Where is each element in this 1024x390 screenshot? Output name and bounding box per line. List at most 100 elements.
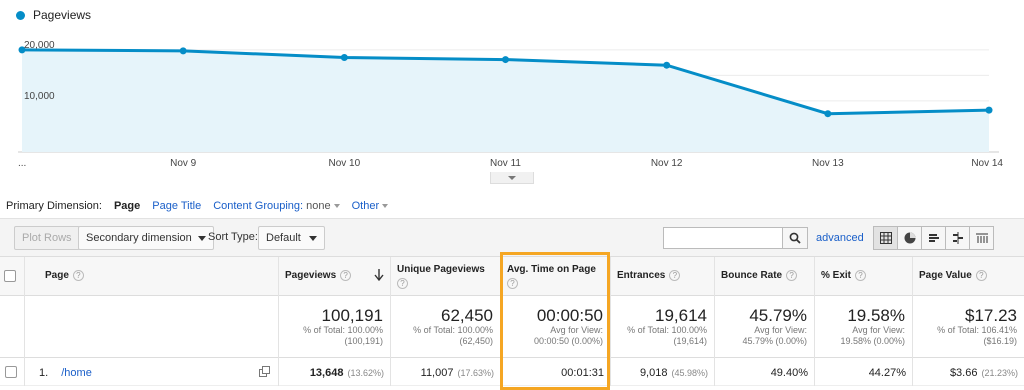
- x-tick-label: ...: [18, 158, 26, 169]
- column-label: Bounce Rate: [721, 270, 783, 282]
- cell-percent: (13.62%): [347, 368, 384, 378]
- total-subtext: % of Total: 100.00%: [413, 325, 493, 335]
- dimension-content-grouping[interactable]: Content Grouping: none: [213, 200, 340, 212]
- primary-dimension-label: Primary Dimension:: [6, 200, 102, 212]
- column-header-bounce-rate[interactable]: Bounce Rate?: [714, 257, 814, 297]
- totals-empty-cell: [0, 296, 24, 358]
- help-icon[interactable]: ?: [855, 270, 867, 281]
- total-subtext: 19.58% (0.00%): [840, 336, 905, 346]
- pivot-view-button[interactable]: [969, 226, 994, 250]
- y-tick-label: 10,000: [24, 91, 55, 102]
- other-label: Other: [351, 200, 380, 212]
- total-subtext: % of Total: 100.00%: [303, 325, 383, 335]
- chevron-down-icon: [333, 204, 340, 209]
- cell-value: 11,007: [420, 367, 454, 379]
- advanced-filter-link[interactable]: advanced: [816, 232, 864, 244]
- help-icon[interactable]: ?: [507, 278, 518, 289]
- total-entrances: 19,614 % of Total: 100.00% (19,614): [610, 296, 714, 358]
- y-tick-label: 20,000: [24, 40, 55, 51]
- collapse-chart-tab[interactable]: [490, 172, 534, 184]
- sort-descending-icon: [374, 269, 384, 281]
- help-icon[interactable]: ?: [397, 278, 408, 289]
- chevron-down-icon: [308, 235, 317, 241]
- total-subtext: ($16.19): [983, 336, 1017, 346]
- cell-percent: (45.98%): [671, 368, 708, 378]
- column-header-page[interactable]: Page?: [24, 257, 278, 297]
- column-header-page-value[interactable]: Page Value?: [912, 257, 1024, 297]
- row-index: 1.: [39, 367, 49, 379]
- sort-type-dropdown[interactable]: Default: [258, 226, 325, 250]
- comparison-view-button[interactable]: [945, 226, 970, 250]
- total-value: 45.79%: [749, 306, 807, 325]
- pageviews-chart[interactable]: 20,000 10,000... Nov 9 Nov 10 Nov 11 Nov 12 No…: [0, 28, 1024, 184]
- column-label: Page: [45, 270, 69, 282]
- column-label: Entrances: [617, 270, 666, 282]
- chevron-down-icon: [197, 235, 206, 241]
- totals-empty-cell: [24, 296, 278, 358]
- total-pageviews: 100,191 % of Total: 100.00% (100,191): [278, 296, 390, 358]
- help-icon[interactable]: ?: [72, 270, 84, 281]
- cell-value: 00:01:31: [561, 367, 604, 379]
- total-unique-pageviews: 62,450 % of Total: 100.00% (62,450): [390, 296, 500, 358]
- column-label: Avg. Time on Page: [507, 264, 596, 275]
- help-icon[interactable]: ?: [975, 270, 987, 281]
- totals-row: 100,191 % of Total: 100.00% (100,191) 62…: [0, 296, 1024, 358]
- total-subtext: % of Total: 106.41%: [937, 325, 1017, 335]
- total-value: $17.23: [965, 306, 1017, 325]
- data-point: [179, 47, 187, 55]
- x-tick-label: Nov 14: [971, 158, 1003, 169]
- total-avg-time-on-page: 00:00:50 Avg for View: 00:00:50 (0.00%): [500, 296, 610, 358]
- analytics-report: Pageviews 20,000 10,000... Nov 9 Nov 10 Nov …: [0, 0, 1024, 390]
- total-subtext: Avg for View:: [550, 325, 603, 335]
- help-icon[interactable]: ?: [786, 270, 798, 281]
- grid-icon: [879, 232, 892, 244]
- total-value: 19,614: [655, 306, 707, 325]
- open-page-icon[interactable]: [259, 366, 270, 377]
- column-header-pageviews[interactable]: Pageviews?: [278, 257, 390, 297]
- cell-value: $3.66: [949, 367, 978, 379]
- x-tick-label: Nov 13: [812, 158, 844, 169]
- dimension-other[interactable]: Other: [352, 200, 389, 212]
- select-all-checkbox[interactable]: [4, 270, 16, 282]
- row-unique-pageviews: 11,007 (17.63%): [390, 358, 500, 386]
- cell-value: 44.27%: [868, 367, 906, 379]
- row-checkbox[interactable]: [5, 366, 17, 378]
- total-page-value: $17.23 % of Total: 106.41% ($16.19): [912, 296, 1024, 358]
- pie-chart-icon: [904, 232, 915, 244]
- column-header-unique-pageviews[interactable]: Unique Pageviews ?: [390, 257, 500, 297]
- help-icon[interactable]: ?: [669, 270, 681, 281]
- dimension-page-title[interactable]: Page Title: [152, 200, 201, 212]
- x-tick-label: Nov 11: [490, 158, 521, 169]
- column-label: Unique Pageviews: [397, 264, 485, 275]
- data-table: Page? Pageviews? Unique Pageviews ? Avg.…: [0, 256, 1024, 386]
- secondary-dimension-dropdown[interactable]: Secondary dimension: [78, 226, 214, 250]
- search-button[interactable]: [782, 227, 808, 249]
- row-page-link[interactable]: /home: [61, 367, 92, 379]
- column-header-exit[interactable]: % Exit?: [814, 257, 912, 297]
- x-tick-label: Nov 9: [170, 158, 197, 169]
- column-header-entrances[interactable]: Entrances?: [610, 257, 714, 297]
- help-icon[interactable]: ?: [340, 270, 352, 281]
- legend-label: Pageviews: [33, 8, 92, 22]
- plot-rows-button[interactable]: Plot Rows: [14, 226, 80, 250]
- primary-dimension-bar: Primary Dimension: Page Page Title Conte…: [6, 200, 389, 212]
- column-header-avg-time-on-page[interactable]: Avg. Time on Page ?: [500, 257, 610, 297]
- performance-view-button[interactable]: [921, 226, 946, 250]
- chevron-down-icon: [508, 175, 516, 180]
- total-subtext: % of Total: 100.00%: [627, 325, 707, 335]
- total-value: 100,191: [321, 306, 383, 325]
- cell-percent: (17.63%): [457, 368, 494, 378]
- sort-type-value: Default: [266, 232, 301, 244]
- table-view-button[interactable]: [873, 226, 898, 250]
- data-point: [502, 56, 509, 64]
- pivot-table-icon: [975, 233, 988, 243]
- pie-view-button[interactable]: [897, 226, 922, 250]
- data-point: [985, 106, 993, 114]
- total-subtext: (100,191): [344, 336, 383, 346]
- table-search-input[interactable]: [663, 227, 783, 249]
- total-value: 19.58%: [847, 306, 905, 325]
- table-toolbar: Plot Rows Secondary dimension Sort Type:…: [0, 218, 1024, 256]
- x-tick-label: Nov 12: [651, 158, 683, 169]
- chart-legend[interactable]: Pageviews: [16, 8, 91, 22]
- dimension-page[interactable]: Page: [114, 200, 140, 212]
